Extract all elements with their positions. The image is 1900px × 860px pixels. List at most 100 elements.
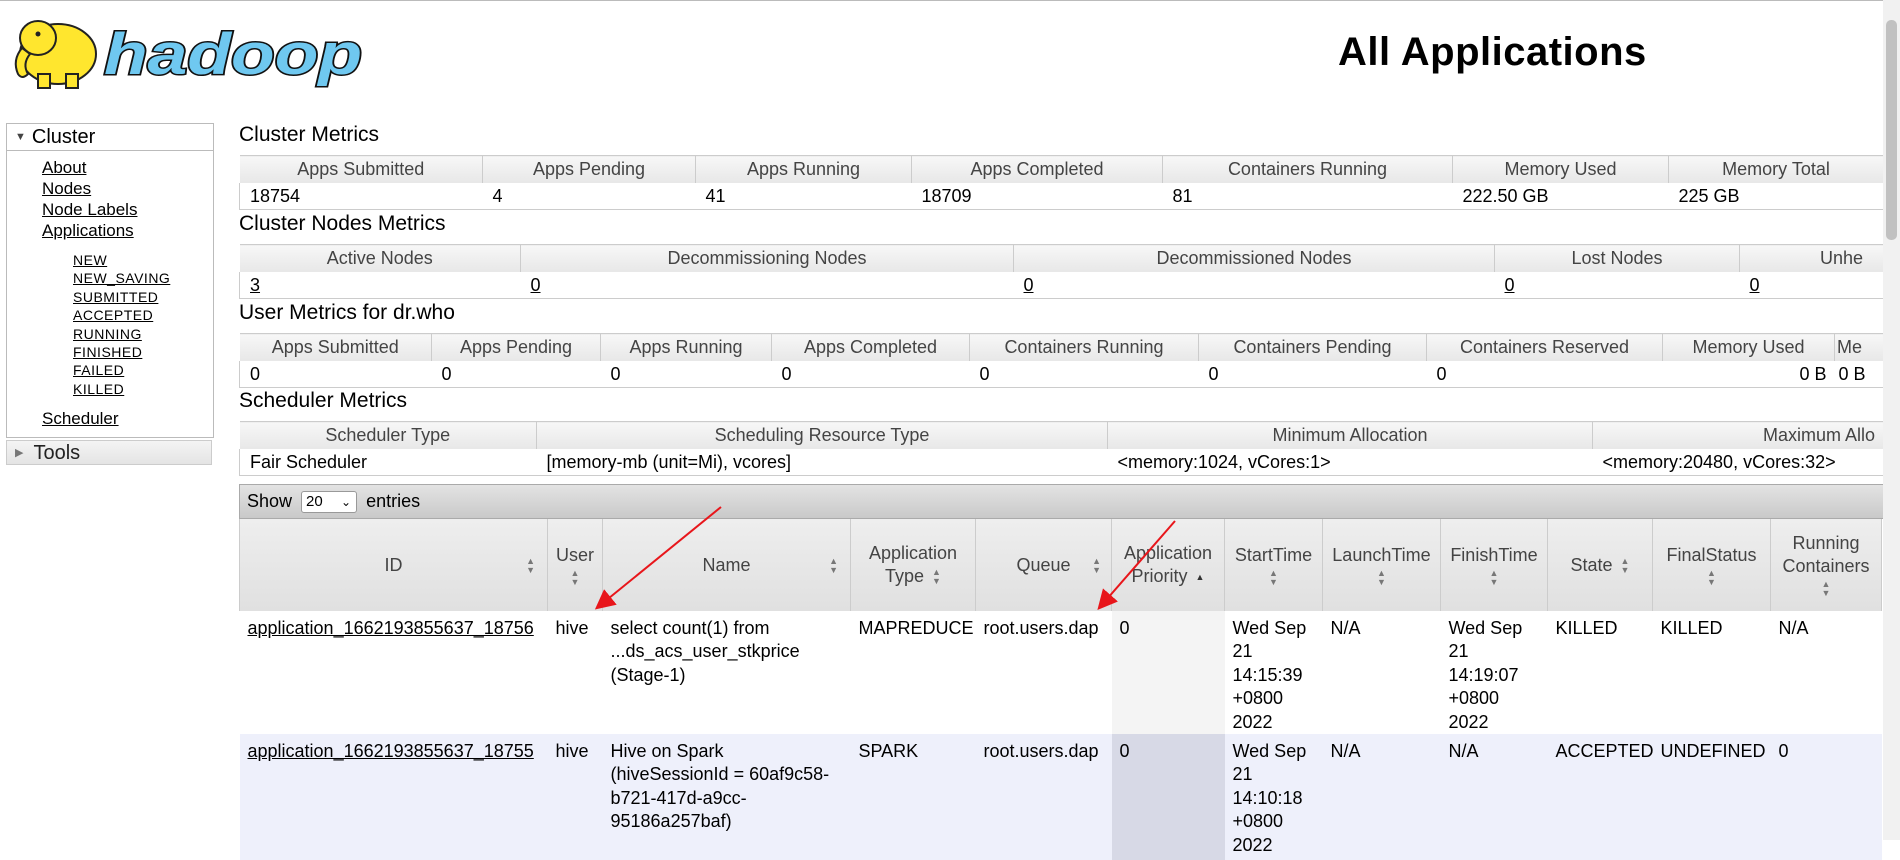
column-header: Decommissioning Nodes — [520, 244, 1014, 272]
lost-nodes-link[interactable]: 0 — [1505, 275, 1515, 295]
sort-asc-icon: ▲ — [1195, 571, 1205, 582]
header-application-type[interactable]: Application Type ▲ ▼ — [850, 519, 976, 611]
metric-value: 0 — [1198, 361, 1427, 388]
metric-value: 4 — [482, 183, 696, 210]
nav-link-state-failed[interactable]: FAILED — [73, 361, 213, 379]
column-header: Minimum Allocation — [1107, 421, 1593, 449]
column-header: Apps Submitted — [239, 155, 483, 183]
sort-icon: ▲ ▼ — [1377, 567, 1386, 587]
nav-link-node-labels[interactable]: Node Labels — [42, 199, 213, 220]
cluster-metrics-table: Apps Submitted Apps Pending Apps Running… — [239, 155, 1884, 210]
nav-link-scheduler[interactable]: Scheduler — [42, 408, 213, 429]
nav-link-applications[interactable]: Applications — [42, 220, 213, 241]
header-queue[interactable]: Queue ▲ ▼ — [975, 519, 1112, 611]
column-header: Containers Running — [1162, 155, 1453, 183]
header-application-priority[interactable]: Application Priority ▲ — [1111, 519, 1225, 611]
metric-value: 18754 — [239, 183, 483, 210]
nav-link-nodes[interactable]: Nodes — [42, 178, 213, 199]
column-header: Apps Running — [600, 333, 772, 361]
cell-type: MAPREDUCE — [850, 611, 976, 735]
sort-icon: ▲ ▼ — [829, 556, 838, 575]
column-header: Me — [1834, 333, 1884, 361]
metric-value: 0 — [600, 361, 772, 388]
application-id-link[interactable]: application_1662193855637_18755 — [248, 741, 534, 761]
header-final-status[interactable]: FinalStatus ▲ ▼ — [1652, 519, 1771, 611]
scheduler-metrics-title: Scheduler Metrics — [239, 389, 408, 412]
metric-value: 81 — [1162, 183, 1453, 210]
metric-value: 0 B — [1662, 361, 1835, 388]
nav-link-state-killed[interactable]: KILLED — [73, 380, 213, 398]
header-launch-time[interactable]: LaunchTime ▲ ▼ — [1322, 519, 1441, 611]
cell-final-status: KILLED — [1652, 611, 1771, 735]
header-start-time[interactable]: StartTime ▲ ▼ — [1224, 519, 1323, 611]
column-header: Decommissioned Nodes — [1013, 244, 1495, 272]
column-header: Apps Completed — [911, 155, 1163, 183]
cell-type: SPARK — [850, 734, 976, 860]
nav-link-about[interactable]: About — [42, 157, 213, 178]
application-id-link[interactable]: application_1662193855637_18756 — [248, 618, 534, 638]
sort-icon: ▲ ▼ — [1620, 555, 1630, 575]
cluster-section-toggle[interactable]: ▼ Cluster — [7, 124, 213, 151]
metric-value: 222.50 GB — [1452, 183, 1669, 210]
header-id[interactable]: ID ▲ ▼ — [239, 519, 548, 611]
column-header: Memory Used — [1452, 155, 1669, 183]
unhealthy-nodes-link[interactable]: 0 — [1750, 275, 1760, 295]
page-title: All Applications — [1338, 30, 1647, 74]
user-metrics-title: User Metrics for dr.who — [239, 301, 455, 324]
metric-value: 225 GB — [1668, 183, 1884, 210]
header-finish-time[interactable]: FinishTime ▲ ▼ — [1440, 519, 1548, 611]
header-running-containers[interactable]: Running Containers ▲ ▼ — [1770, 519, 1882, 611]
cell-launch-time: N/A — [1322, 611, 1441, 735]
active-nodes-link[interactable]: 3 — [250, 275, 260, 295]
metric-value: 0 — [431, 361, 601, 388]
sort-icon: ▲ ▼ — [526, 556, 535, 575]
cell-name: Hive on Spark (hiveSessionId = 60af9c58-… — [602, 734, 851, 860]
sort-icon: ▲ ▼ — [1707, 567, 1716, 587]
cell-user: hive — [547, 611, 603, 735]
page-size-value: 20 — [306, 493, 323, 510]
column-header: Memory Total — [1668, 155, 1884, 183]
decommissioned-nodes-link[interactable]: 0 — [1024, 275, 1034, 295]
header-user[interactable]: User ▲ ▼ — [547, 519, 603, 611]
nav-link-state-new-saving[interactable]: NEW_SAVING — [73, 269, 213, 287]
entries-label: entries — [366, 491, 421, 511]
tools-section-toggle[interactable]: ▶ Tools — [6, 440, 212, 465]
cell-priority: 0 — [1111, 734, 1225, 860]
cluster-metrics-title: Cluster Metrics — [239, 123, 380, 146]
cell-user: hive — [547, 734, 603, 860]
elephant-icon — [14, 20, 97, 89]
hadoop-logo[interactable]: hadoop — [8, 8, 368, 96]
cell-state: ACCEPTED — [1547, 734, 1653, 860]
decommissioning-nodes-link[interactable]: 0 — [531, 275, 541, 295]
header-name[interactable]: Name ▲ ▼ — [602, 519, 851, 611]
cell-final-status: UNDEFINED — [1652, 734, 1771, 860]
column-header: Scheduling Resource Type — [536, 421, 1108, 449]
cluster-section-label: Cluster — [31, 126, 96, 148]
page-size-select[interactable]: 20 ⌄ — [301, 491, 358, 513]
triangle-right-icon: ▶ — [15, 447, 24, 459]
nav-link-state-running[interactable]: RUNNING — [73, 325, 213, 343]
cell-finish-time: Wed Sep 21 14:19:07 +0800 2022 — [1440, 611, 1548, 735]
cell-name: select count(1) from ...ds_acs_user_stkp… — [602, 611, 851, 735]
nav-link-state-submitted[interactable]: SUBMITTED — [73, 288, 213, 306]
sort-icon: ▲ ▼ — [1489, 567, 1499, 587]
metric-value: 0 — [771, 361, 970, 388]
node-metrics-title: Cluster Nodes Metrics — [239, 212, 446, 235]
cell-finish-time: N/A — [1440, 734, 1548, 860]
nav-link-state-new[interactable]: NEW — [73, 251, 213, 269]
cell-launch-time: N/A — [1322, 734, 1441, 860]
sort-icon: ▲ ▼ — [1269, 567, 1278, 587]
user-metrics-table: Apps Submitted Apps Pending Apps Running… — [239, 333, 1884, 388]
column-header: Apps Submitted — [239, 333, 432, 361]
metric-value: 0 — [239, 361, 432, 388]
nav-link-state-accepted[interactable]: ACCEPTED — [73, 306, 213, 324]
logo-wordmark: hadoop — [104, 22, 362, 87]
table-row: application_1662193855637_18755 hive Hiv… — [239, 734, 1882, 860]
column-header: Active Nodes — [239, 244, 521, 272]
header-state[interactable]: State ▲ ▼ — [1547, 519, 1653, 611]
nav-link-state-finished[interactable]: FINISHED — [73, 343, 213, 361]
metric-value: 41 — [695, 183, 912, 210]
column-header: Memory Used — [1662, 333, 1835, 361]
applications-table: ID ▲ ▼ User ▲ ▼ Name ▲ ▼ Application Type ▲ ▼ Qu… — [239, 519, 1882, 860]
scrollbar-thumb[interactable] — [1886, 20, 1897, 240]
